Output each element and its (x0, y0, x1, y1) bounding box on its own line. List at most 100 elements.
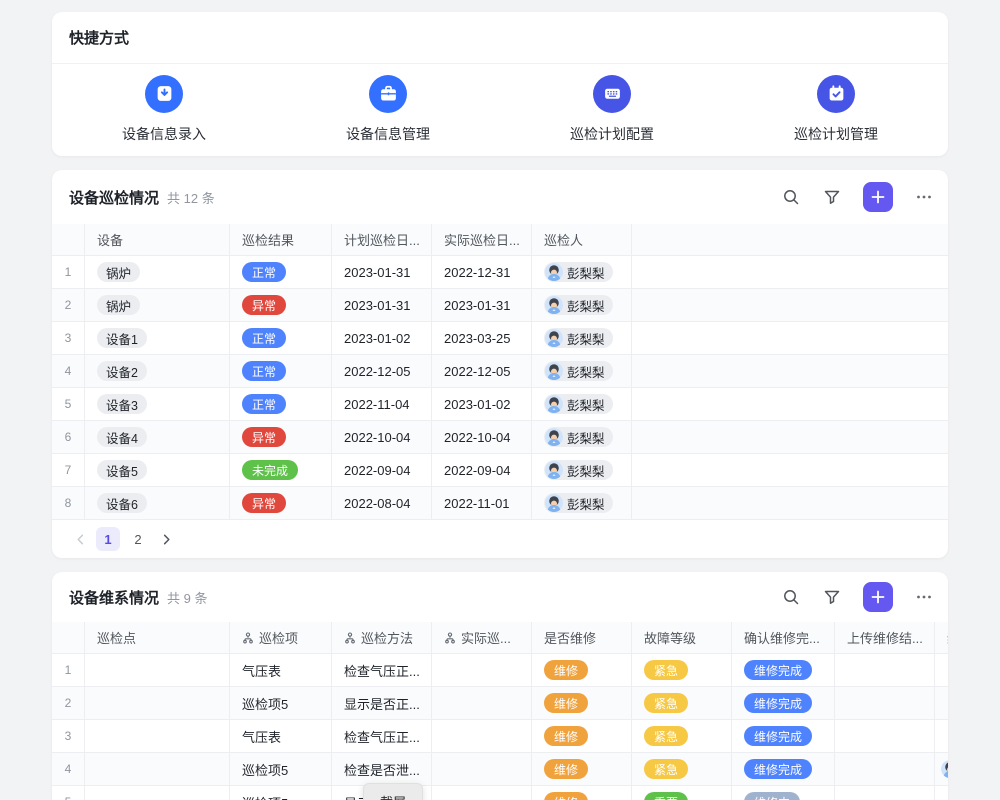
table-row[interactable]: 2巡检项5显示是否正...维修紧急维修完成 (52, 687, 948, 720)
badge-cell: 紧急 (632, 720, 732, 752)
person-cell: 彭梨梨 (532, 289, 632, 321)
table-row[interactable]: 2锅炉异常2023-01-312023-01-31彭梨梨 (52, 289, 948, 322)
row-number: 1 (52, 654, 85, 686)
filter-icon[interactable] (822, 587, 842, 607)
row-number: 2 (52, 289, 85, 321)
status-badge: 正常 (242, 394, 286, 414)
table-row[interactable]: 5设备3正常2022-11-042023-01-02彭梨梨 (52, 388, 948, 421)
shortcuts-title-bar: 快捷方式 (52, 12, 948, 64)
row-number: 8 (52, 487, 85, 519)
person-tag: 彭梨梨 (544, 328, 613, 348)
shortcut-device-manage[interactable]: 设备信息管理 (276, 75, 500, 144)
status-badge: 紧急 (644, 759, 688, 779)
next-page-icon[interactable] (156, 527, 176, 551)
column-header: 是否维修 (532, 622, 632, 653)
status-badge: 重要 (644, 792, 688, 800)
option-tag: 设备3 (97, 394, 147, 414)
empty-cell (432, 687, 532, 719)
table-row[interactable]: 5巡检项5显示是否正...维修重要维修中 (52, 786, 948, 800)
table-row[interactable]: 3气压表检查气压正...维修紧急维修完成 (52, 720, 948, 753)
status-badge: 紧急 (644, 660, 688, 680)
more-icon[interactable] (914, 587, 934, 607)
person-tag: 彭梨梨 (544, 427, 613, 447)
more-icon[interactable] (914, 187, 934, 207)
row-number: 5 (52, 786, 85, 800)
maintenance-toolbar (781, 582, 934, 612)
table-row[interactable]: 1锅炉正常2023-01-312022-12-31彭梨梨 (52, 256, 948, 289)
column-header-label: 巡检点 (97, 628, 136, 647)
inspection-title: 设备巡检情况 (69, 187, 159, 208)
add-record-button[interactable] (863, 582, 893, 612)
empty-cell (432, 753, 532, 785)
row-number: 3 (52, 322, 85, 354)
text-cell: 2022-12-05 (332, 355, 432, 387)
table-row[interactable]: 3设备1正常2023-01-022023-03-25彭梨梨 (52, 322, 948, 355)
status-badge: 异常 (242, 427, 286, 447)
briefcase-icon (369, 75, 407, 113)
status-badge: 正常 (242, 328, 286, 348)
add-record-button[interactable] (863, 182, 893, 212)
person-cell: 彭梨梨 (532, 487, 632, 519)
avatar (545, 494, 563, 512)
text-cell: 2022-12-31 (432, 256, 532, 288)
table-row[interactable]: 6设备4异常2022-10-042022-10-04彭梨梨 (52, 421, 948, 454)
page-button-2[interactable]: 2 (126, 527, 150, 551)
status-badge: 维修完成 (744, 726, 812, 746)
text-cell: 巡检项5 (230, 786, 332, 800)
badge-cell: 维修 (532, 786, 632, 800)
column-header: 维... (935, 622, 948, 653)
shortcut-label: 设备信息管理 (346, 124, 430, 144)
page-button-1[interactable]: 1 (96, 527, 120, 551)
shortcut-device-entry[interactable]: 设备信息录入 (52, 75, 276, 144)
filter-icon[interactable] (822, 187, 842, 207)
avatar (545, 329, 563, 347)
text-cell: 2023-01-02 (432, 388, 532, 420)
person-name: 彭梨梨 (567, 494, 605, 513)
column-header-label: 是否维修 (544, 628, 596, 647)
table-row[interactable]: 1气压表检查气压正...维修紧急维修完成 (52, 654, 948, 687)
person-cell: 彭梨梨 (532, 322, 632, 354)
empty-cell (432, 786, 532, 800)
row-number: 1 (52, 256, 85, 288)
avatar (545, 461, 563, 479)
status-badge: 正常 (242, 262, 286, 282)
avatar (545, 296, 563, 314)
shortcut-label: 巡检计划配置 (570, 124, 654, 144)
badge-cell: 正常 (230, 256, 332, 288)
table-header-row: 设备巡检结果计划巡检日...实际巡检日...巡检人 (52, 224, 948, 256)
text-cell: 2022-09-04 (432, 454, 532, 486)
text-cell: 2022-11-01 (432, 487, 532, 519)
empty-cell (85, 720, 230, 752)
person-tag: 彭梨梨 (544, 361, 613, 381)
maintenance-table: 巡检点巡检项巡检方法实际巡...是否维修故障等级确认维修完...上传维修结...… (52, 622, 948, 800)
empty-cell (85, 654, 230, 686)
person-tag: 彭梨梨 (544, 394, 613, 414)
status-badge: 维修完成 (744, 693, 812, 713)
status-badge: 维修 (544, 693, 588, 713)
avatar (545, 428, 563, 446)
row-number-header (52, 622, 85, 653)
table-row[interactable]: 8设备6异常2022-08-042022-11-01彭梨梨 (52, 487, 948, 520)
shortcut-plan-config[interactable]: 巡检计划配置 (500, 75, 724, 144)
status-badge: 维修 (544, 660, 588, 680)
badge-cell: 维修中 (732, 786, 835, 800)
pagination: 1 2 (52, 520, 948, 558)
text-cell: 气压表 (230, 654, 332, 686)
shortcut-plan-manage[interactable]: 巡检计划管理 (724, 75, 948, 144)
person-name: 彭梨梨 (567, 362, 605, 381)
filler-cell (632, 355, 948, 387)
search-icon[interactable] (781, 587, 801, 607)
row-number: 6 (52, 421, 85, 453)
filler-cell (632, 454, 948, 486)
row-number: 3 (52, 720, 85, 752)
text-cell: 2022-12-05 (432, 355, 532, 387)
table-row[interactable]: 7设备5未完成2022-09-042022-09-04彭梨梨 (52, 454, 948, 487)
search-icon[interactable] (781, 187, 801, 207)
row-number: 5 (52, 388, 85, 420)
column-header-label: 巡检人 (544, 230, 583, 249)
column-header-label: 巡检项 (259, 628, 298, 647)
table-row[interactable]: 4巡检项5检查是否泄...维修紧急维修完成 (52, 753, 948, 786)
table-row[interactable]: 4设备2正常2022-12-052022-12-05彭梨梨 (52, 355, 948, 388)
empty-cell (835, 753, 935, 785)
prev-page-icon[interactable] (70, 527, 90, 551)
